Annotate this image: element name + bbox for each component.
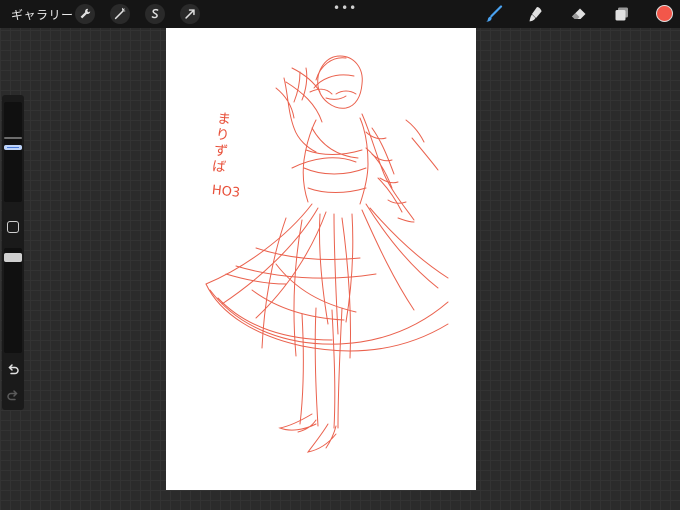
- brush-sidebar: [2, 95, 24, 410]
- selection-button[interactable]: [145, 4, 165, 24]
- top-toolbar: ギャラリー •••: [0, 0, 680, 28]
- size-handle-highlight: [4, 145, 22, 150]
- magic-wand-icon: [114, 7, 126, 20]
- opacity-slider[interactable]: [4, 248, 22, 353]
- brush-size-slider[interactable]: [4, 102, 22, 202]
- more-options-button[interactable]: •••: [333, 1, 357, 15]
- color-picker-button[interactable]: [656, 5, 673, 22]
- selection-s-icon: [151, 8, 159, 19]
- brush-size-handle[interactable]: [4, 137, 22, 139]
- drawing-canvas[interactable]: まりずば HO3: [166, 28, 476, 490]
- opacity-handle[interactable]: [4, 253, 22, 262]
- sketch-drawing: [205, 55, 449, 453]
- redo-icon[interactable]: [6, 389, 20, 403]
- undo-icon[interactable]: [6, 363, 20, 377]
- brush-icon: [486, 5, 503, 22]
- handwritten-note: まりずば HO3: [209, 110, 241, 202]
- adjustments-button[interactable]: [110, 4, 130, 24]
- modify-button[interactable]: [7, 221, 19, 233]
- smudge-button[interactable]: [526, 4, 546, 24]
- smudge-icon: [529, 7, 542, 22]
- brush-button[interactable]: [484, 4, 504, 24]
- transform-button[interactable]: [180, 4, 200, 24]
- eraser-icon: [572, 8, 586, 19]
- layers-icon: [615, 7, 628, 21]
- layers-button[interactable]: [612, 4, 632, 24]
- gallery-button[interactable]: ギャラリー: [11, 6, 74, 23]
- note-line-2: HO3: [211, 182, 241, 201]
- transform-arrow-icon: [185, 9, 195, 19]
- wrench-icon: [80, 8, 91, 19]
- actions-button[interactable]: [75, 4, 95, 24]
- eraser-button[interactable]: [569, 4, 589, 24]
